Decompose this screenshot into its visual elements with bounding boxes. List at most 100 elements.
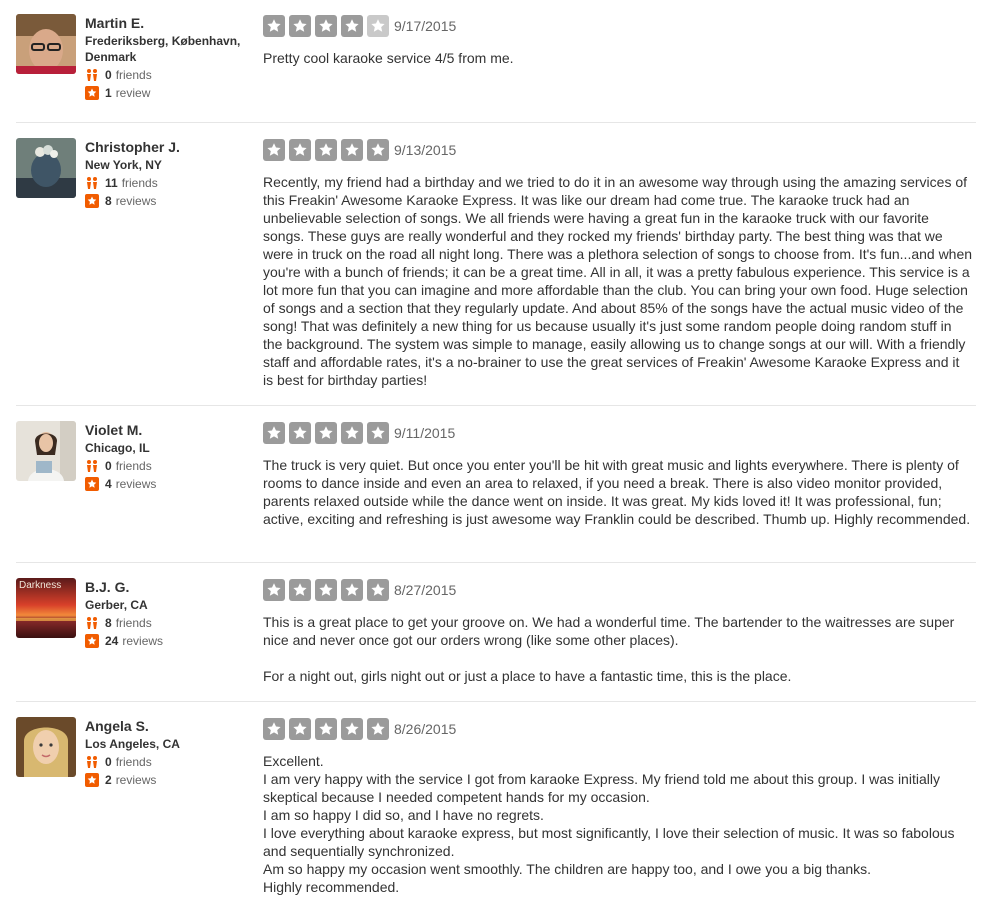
rating-star-icon bbox=[315, 139, 337, 161]
review-date: 9/17/2015 bbox=[394, 18, 457, 34]
review-paragraph: I am very happy with the service I got f… bbox=[263, 771, 940, 805]
rating-row: 9/11/2015 bbox=[263, 421, 973, 445]
friends-icon bbox=[85, 176, 99, 190]
reviews-count: 1 bbox=[105, 86, 112, 100]
star-rating bbox=[263, 579, 393, 601]
rating-star-icon bbox=[367, 15, 389, 37]
review-paragraph: For a night out, girls night out or just… bbox=[263, 668, 792, 684]
rating-star-icon bbox=[341, 579, 363, 601]
reviews-label: review bbox=[115, 86, 151, 100]
review-item: Angela S. Los Angeles, CA 0 friends 2 re… bbox=[16, 717, 976, 905]
reviews-count: 2 bbox=[105, 773, 112, 787]
rating-row: 8/27/2015 bbox=[263, 578, 973, 602]
user-location: Frederiksberg, København, Denmark bbox=[85, 34, 241, 64]
user-location: Chicago, IL bbox=[85, 441, 150, 455]
rating-star-icon bbox=[289, 15, 311, 37]
rating-star-icon bbox=[315, 718, 337, 740]
review-star-icon bbox=[85, 634, 99, 648]
friends-stat: 0 friends bbox=[85, 67, 255, 83]
friends-icon bbox=[85, 755, 99, 769]
friends-label: friends bbox=[115, 755, 152, 769]
star-rating bbox=[263, 422, 393, 444]
star-rating bbox=[263, 15, 393, 37]
reviews-label: reviews bbox=[115, 773, 157, 787]
friends-count: 0 bbox=[105, 68, 112, 82]
friends-icon bbox=[85, 616, 99, 630]
user-name[interactable]: Martin E. bbox=[85, 14, 255, 32]
star-rating bbox=[263, 139, 393, 161]
user-name[interactable]: Angela S. bbox=[85, 717, 255, 735]
reviews-label: reviews bbox=[115, 477, 157, 491]
avatar[interactable] bbox=[16, 421, 76, 481]
review-star-icon bbox=[85, 477, 99, 491]
friends-count: 0 bbox=[105, 459, 112, 473]
review-item: Darkness B.J. G. Gerber, CA 8 friends 24… bbox=[16, 578, 976, 702]
rating-star-icon bbox=[263, 718, 285, 740]
rating-star-icon bbox=[341, 15, 363, 37]
reviews-stat: 24 reviews bbox=[85, 633, 255, 649]
rating-star-icon bbox=[367, 579, 389, 601]
review-star-icon bbox=[85, 86, 99, 100]
review-content: 8/26/2015 Excellent. I am very happy wit… bbox=[263, 717, 973, 896]
reviews-count: 8 bbox=[105, 194, 112, 208]
rating-star-icon bbox=[315, 15, 337, 37]
review-text: This is a great place to get your groove… bbox=[263, 613, 973, 685]
review-content: 8/27/2015 This is a great place to get y… bbox=[263, 578, 973, 685]
review-date: 9/11/2015 bbox=[394, 425, 456, 441]
review-content: 9/13/2015 Recently, my friend had a birt… bbox=[263, 138, 973, 389]
review-item: Violet M. Chicago, IL 0 friends 4 review… bbox=[16, 421, 976, 563]
review-star-icon bbox=[85, 194, 99, 208]
rating-star-icon bbox=[263, 15, 285, 37]
avatar[interactable] bbox=[16, 14, 76, 74]
review-item: Martin E. Frederiksberg, København, Denm… bbox=[16, 14, 976, 123]
rating-star-icon bbox=[315, 422, 337, 444]
avatar[interactable] bbox=[16, 717, 76, 777]
user-location: Gerber, CA bbox=[85, 598, 148, 612]
review-paragraph: Pretty cool karaoke service 4/5 from me. bbox=[263, 50, 514, 66]
user-location: Los Angeles, CA bbox=[85, 737, 180, 751]
review-paragraph: Excellent. bbox=[263, 753, 324, 769]
user-name[interactable]: Christopher J. bbox=[85, 138, 255, 156]
user-name[interactable]: B.J. G. bbox=[85, 578, 255, 596]
rating-star-icon bbox=[341, 718, 363, 740]
review-date: 8/27/2015 bbox=[394, 582, 457, 598]
friends-icon bbox=[85, 459, 99, 473]
rating-star-icon bbox=[367, 422, 389, 444]
rating-star-icon bbox=[341, 139, 363, 161]
user-passport: B.J. G. Gerber, CA 8 friends 24 reviews bbox=[85, 578, 255, 649]
friends-stat: 0 friends bbox=[85, 458, 255, 474]
reviews-stat: 4 reviews bbox=[85, 476, 255, 492]
review-paragraph: This is a great place to get your groove… bbox=[263, 614, 955, 648]
friends-label: friends bbox=[115, 616, 152, 630]
rating-star-icon bbox=[289, 579, 311, 601]
friends-label: friends bbox=[121, 176, 158, 190]
friends-stat: 0 friends bbox=[85, 754, 255, 770]
rating-row: 9/13/2015 bbox=[263, 138, 973, 162]
rating-star-icon bbox=[289, 139, 311, 161]
user-name[interactable]: Violet M. bbox=[85, 421, 255, 439]
review-text: Recently, my friend had a birthday and w… bbox=[263, 173, 973, 389]
user-passport: Martin E. Frederiksberg, København, Denm… bbox=[85, 14, 255, 101]
friends-count: 8 bbox=[105, 616, 112, 630]
friends-stat: 11 friends bbox=[85, 175, 255, 191]
reviews-count: 4 bbox=[105, 477, 112, 491]
rating-star-icon bbox=[341, 422, 363, 444]
review-text: The truck is very quiet. But once you en… bbox=[263, 456, 973, 528]
review-content: 9/11/2015 The truck is very quiet. But o… bbox=[263, 421, 973, 528]
rating-star-icon bbox=[263, 579, 285, 601]
reviews-label: reviews bbox=[115, 194, 157, 208]
review-item: Christopher J. New York, NY 11 friends 8… bbox=[16, 138, 976, 406]
rating-row: 8/26/2015 bbox=[263, 717, 973, 741]
rating-star-icon bbox=[315, 579, 337, 601]
reviews-stat: 8 reviews bbox=[85, 193, 255, 209]
reviews-count: 24 bbox=[105, 634, 119, 648]
user-passport: Angela S. Los Angeles, CA 0 friends 2 re… bbox=[85, 717, 255, 788]
rating-row: 9/17/2015 bbox=[263, 14, 973, 38]
avatar-caption: Darkness bbox=[19, 580, 61, 591]
avatar[interactable]: Darkness bbox=[16, 578, 76, 638]
reviews-label: reviews bbox=[122, 634, 164, 648]
friends-stat: 8 friends bbox=[85, 615, 255, 631]
review-star-icon bbox=[85, 773, 99, 787]
reviews-stat: 2 reviews bbox=[85, 772, 255, 788]
avatar[interactable] bbox=[16, 138, 76, 198]
